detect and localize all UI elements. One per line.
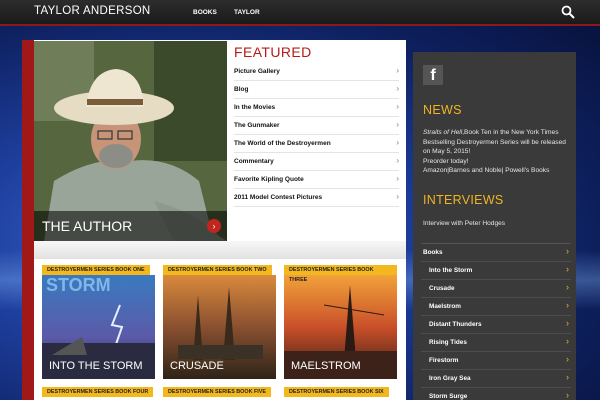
featured-item-label: Favorite Kipling Quote xyxy=(234,176,304,183)
chevron-right-icon: › xyxy=(396,174,399,183)
book-card[interactable]: DESTROYERMEN SERIES BOOK TWO CRUSADE xyxy=(163,265,276,379)
chevron-right-icon: › xyxy=(396,84,399,93)
chevron-right-icon: › xyxy=(396,138,399,147)
book-series-tag: DESTROYERMEN SERIES BOOK ONE xyxy=(42,265,150,275)
sidebar-item-label: Firestorm xyxy=(429,357,459,364)
book-title: MAELSTROM xyxy=(291,360,361,372)
interviews-heading: INTERVIEWS xyxy=(423,193,504,207)
chevron-right-icon: › xyxy=(566,354,569,364)
book-card[interactable]: DESTROYERMEN SERIES BOOK SIX xyxy=(284,387,397,400)
book-card[interactable]: DESTROYERMEN SERIES BOOK FIVE xyxy=(163,387,276,400)
chevron-right-icon: › xyxy=(396,102,399,111)
sidebar-book-item[interactable]: Distant Thunders › xyxy=(421,316,571,334)
chevron-right-icon: › xyxy=(396,66,399,75)
top-navigation-bar: TAYLOR ANDERSON BOOKS TAYLOR xyxy=(0,0,600,26)
featured-heading: FEATURED xyxy=(234,44,312,60)
cover-word: STORM xyxy=(46,275,111,295)
featured-panel: FEATURED Picture Gallery › Blog › In the M… xyxy=(227,41,406,241)
hero-caption-bar: THE AUTHOR › xyxy=(34,211,227,241)
featured-item[interactable]: Favorite Kipling Quote › xyxy=(234,171,399,189)
book-card[interactable]: DESTROYERMEN SERIES BOOK THREE MAELSTROM xyxy=(284,265,397,379)
featured-item[interactable]: The World of the Destroyermen › xyxy=(234,135,399,153)
sidebar-item-label: Storm Surge xyxy=(429,393,468,400)
chevron-right-icon: › xyxy=(396,192,399,201)
chevron-right-icon: › xyxy=(566,282,569,292)
featured-item[interactable]: Commentary › xyxy=(234,153,399,171)
book-series-tag: DESTROYERMEN SERIES BOOK THREE xyxy=(284,265,397,283)
sidebar-book-item[interactable]: Iron Gray Sea › xyxy=(421,370,571,388)
nav-taylor[interactable]: TAYLOR xyxy=(234,9,260,16)
featured-item[interactable]: Blog › xyxy=(234,81,399,99)
featured-item[interactable]: The Gunmaker › xyxy=(234,117,399,135)
book-series-tag: DESTROYERMEN SERIES BOOK FIVE xyxy=(163,387,271,397)
chevron-right-icon: › xyxy=(566,390,569,400)
book-title: INTO THE STORM xyxy=(49,360,143,372)
featured-item-label: Picture Gallery xyxy=(234,68,280,75)
news-preorder: Preorder today! xyxy=(423,157,469,165)
sidebar-item-label: Into the Storm xyxy=(429,267,473,274)
sidebar-item-label: Crusade xyxy=(429,285,455,292)
section-divider-band xyxy=(34,241,406,259)
featured-item-label: The Gunmaker xyxy=(234,122,280,129)
site-title[interactable]: TAYLOR ANDERSON xyxy=(34,5,151,17)
featured-item-label: 2011 Model Contest Pictures xyxy=(234,194,323,201)
sidebar-book-item[interactable]: Crusade › xyxy=(421,280,571,298)
sidebar-book-item[interactable]: Rising Tides › xyxy=(421,334,571,352)
sidebar-book-item[interactable]: Storm Surge › xyxy=(421,388,571,400)
red-accent-strip xyxy=(22,40,34,400)
featured-item-label: In the Movies xyxy=(234,104,276,111)
book-card[interactable]: DESTROYERMEN SERIES BOOK ONE STORM INTO … xyxy=(42,265,155,379)
books-grid: DESTROYERMEN SERIES BOOK ONE STORM INTO … xyxy=(34,259,406,400)
chevron-right-icon: › xyxy=(566,264,569,274)
chevron-right-icon: › xyxy=(566,246,569,256)
chevron-right-icon: › xyxy=(566,300,569,310)
chevron-right-icon: › xyxy=(566,318,569,328)
news-text: Straits of Hell,Book Ten in the New York… xyxy=(423,128,573,176)
sidebar: f NEWS Straits of Hell,Book Ten in the N… xyxy=(413,52,576,400)
news-book-title[interactable]: Straits of Hell xyxy=(423,129,462,136)
search-icon[interactable] xyxy=(561,5,575,19)
sidebar-book-item[interactable]: Maelstrom › xyxy=(421,298,571,316)
book-series-tag: DESTROYERMEN SERIES BOOK FOUR xyxy=(42,387,154,397)
featured-item-label: Blog xyxy=(234,86,249,93)
featured-item[interactable]: Picture Gallery › xyxy=(234,63,399,81)
news-heading: NEWS xyxy=(423,103,462,117)
sidebar-item-label: Distant Thunders xyxy=(429,321,482,328)
sidebar-item-label: Maelstrom xyxy=(429,303,461,310)
interview-link[interactable]: Interview with Peter Hodges xyxy=(423,220,505,227)
chevron-right-icon: › xyxy=(396,156,399,165)
sidebar-book-item[interactable]: Firestorm › xyxy=(421,352,571,370)
sidebar-book-item[interactable]: Into the Storm › xyxy=(421,262,571,280)
featured-item-label: The World of the Destroyermen xyxy=(234,140,331,147)
chevron-right-icon: › xyxy=(566,336,569,346)
sidebar-item-label: Rising Tides xyxy=(429,339,467,346)
news-store-links[interactable]: Amazon|Barnes and Noble| Powell's Books xyxy=(423,167,549,174)
chevron-right-icon: › xyxy=(396,120,399,129)
sidebar-item-label: Iron Gray Sea xyxy=(429,375,471,382)
author-hero[interactable]: THE AUTHOR › xyxy=(34,41,227,241)
book-series-tag: DESTROYERMEN SERIES BOOK SIX xyxy=(284,387,389,397)
chevron-right-icon: › xyxy=(566,372,569,382)
hero-arrow-button[interactable]: › xyxy=(207,219,221,233)
sidebar-item-label: Books xyxy=(423,249,443,256)
featured-item[interactable]: 2011 Model Contest Pictures › xyxy=(234,189,399,207)
sidebar-item-books[interactable]: Books › xyxy=(421,244,571,262)
nav-books[interactable]: BOOKS xyxy=(193,9,217,16)
facebook-icon[interactable]: f xyxy=(423,65,443,85)
book-title: CRUSADE xyxy=(170,360,224,372)
hero-title: THE AUTHOR xyxy=(42,218,133,234)
featured-item[interactable]: In the Movies › xyxy=(234,99,399,117)
book-series-tag: DESTROYERMEN SERIES BOOK TWO xyxy=(163,265,272,275)
book-card[interactable]: DESTROYERMEN SERIES BOOK FOUR xyxy=(42,387,155,400)
featured-item-label: Commentary xyxy=(234,158,274,165)
